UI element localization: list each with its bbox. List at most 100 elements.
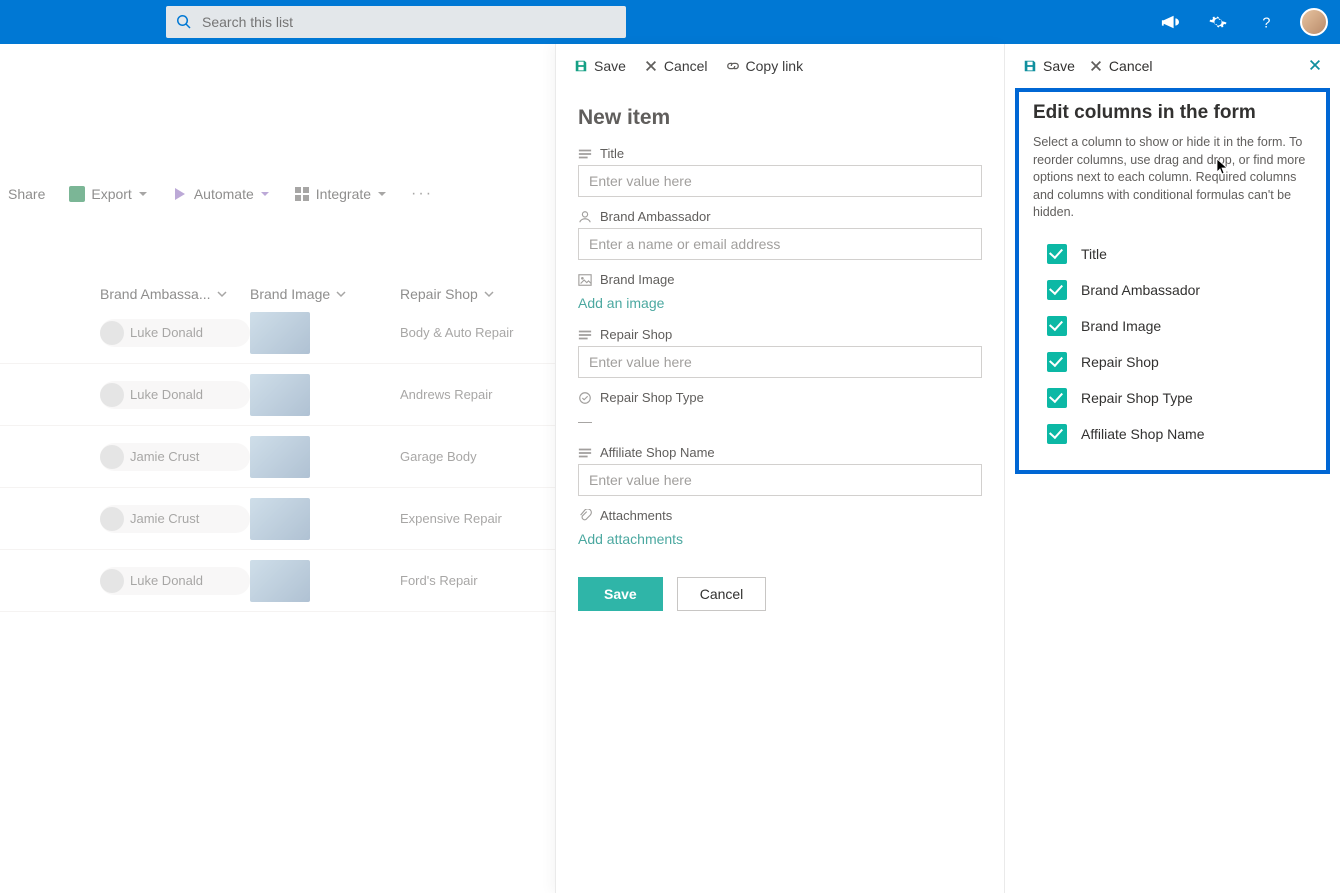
checkbox-icon[interactable]: [1047, 424, 1067, 444]
person-name: Jamie Crust: [130, 449, 199, 464]
column-name: Title: [1081, 246, 1107, 262]
checkbox-icon[interactable]: [1047, 316, 1067, 336]
automate-button[interactable]: Automate: [172, 186, 270, 202]
search-icon: [176, 14, 192, 30]
title-input[interactable]: [578, 165, 982, 197]
image-icon: [578, 273, 592, 287]
edit-panel-actions: Save Cancel: [1005, 44, 1340, 88]
person-pill: Luke Donald: [100, 319, 250, 347]
save-icon: [1023, 59, 1037, 73]
edit-columns-desc: Select a column to show or hide it in th…: [1033, 134, 1312, 222]
new-item-panel: Save Cancel Copy link New item Title Bra…: [555, 44, 1005, 893]
search-input-wrap[interactable]: [166, 6, 626, 38]
copy-link-button[interactable]: Copy link: [726, 58, 804, 74]
edit-cancel-button[interactable]: Cancel: [1089, 58, 1153, 74]
shop-cell: Andrews Repair: [400, 387, 570, 402]
column-toggle-row[interactable]: Repair Shop Type: [1033, 380, 1312, 416]
attach-icon: [578, 509, 592, 523]
top-bar: ?: [0, 0, 1340, 44]
integrate-button[interactable]: Integrate: [294, 186, 387, 202]
megaphone-icon[interactable]: [1156, 8, 1184, 36]
choice-icon: [578, 391, 592, 405]
text-icon: [578, 446, 592, 460]
add-attachments-link[interactable]: Add attachments: [578, 527, 982, 551]
column-toggle-row[interactable]: Title: [1033, 236, 1312, 272]
avatar-icon: [100, 507, 124, 531]
person-name: Luke Donald: [130, 387, 203, 402]
col-header-shop[interactable]: Repair Shop: [400, 286, 570, 302]
image-thumb: [250, 312, 310, 354]
image-thumb: [250, 498, 310, 540]
panel-cancel-button[interactable]: Cancel: [644, 58, 708, 74]
column-toggle-row[interactable]: Affiliate Shop Name: [1033, 416, 1312, 452]
person-name: Luke Donald: [130, 325, 203, 340]
avatar-icon: [100, 569, 124, 593]
new-panel-actions: Save Cancel Copy link: [556, 44, 1004, 88]
gear-icon[interactable]: [1204, 8, 1232, 36]
shop-type-value[interactable]: —: [578, 409, 982, 433]
col-header-ambassador[interactable]: Brand Ambassa...: [100, 286, 250, 302]
edit-columns-title: Edit columns in the form: [1033, 102, 1312, 124]
person-pill: Jamie Crust: [100, 505, 250, 533]
close-panel-button[interactable]: [1308, 58, 1322, 75]
field-label-attach: Attachments: [600, 508, 672, 523]
person-pill: Luke Donald: [100, 567, 250, 595]
avatar-icon: [100, 445, 124, 469]
search-input[interactable]: [202, 14, 616, 30]
excel-icon: [69, 186, 85, 202]
person-pill: Luke Donald: [100, 381, 250, 409]
text-icon: [578, 328, 592, 342]
column-toggle-row[interactable]: Brand Image: [1033, 308, 1312, 344]
share-button[interactable]: Share: [8, 186, 45, 202]
image-thumb: [250, 560, 310, 602]
help-icon[interactable]: ?: [1252, 8, 1280, 36]
image-thumb: [250, 436, 310, 478]
column-name: Repair Shop Type: [1081, 390, 1193, 406]
column-toggle-row[interactable]: Repair Shop: [1033, 344, 1312, 380]
panel-save-button[interactable]: Save: [574, 58, 626, 74]
ambassador-input[interactable]: [578, 228, 982, 260]
checkbox-icon[interactable]: [1047, 388, 1067, 408]
image-thumb: [250, 374, 310, 416]
more-button[interactable]: ···: [411, 185, 433, 203]
checkbox-icon[interactable]: [1047, 280, 1067, 300]
field-label-affiliate: Affiliate Shop Name: [600, 445, 715, 460]
checkbox-icon[interactable]: [1047, 244, 1067, 264]
checkbox-icon[interactable]: [1047, 352, 1067, 372]
person-name: Luke Donald: [130, 573, 203, 588]
save-button[interactable]: Save: [578, 577, 663, 611]
save-icon: [574, 59, 588, 73]
shop-cell: Garage Body: [400, 449, 570, 464]
chevron-down-icon: [377, 189, 387, 199]
edit-save-button[interactable]: Save: [1023, 58, 1075, 74]
col-header-image[interactable]: Brand Image: [250, 286, 400, 302]
export-button[interactable]: Export: [69, 186, 147, 202]
chevron-down-icon: [138, 189, 148, 199]
column-name: Brand Ambassador: [1081, 282, 1200, 298]
person-icon: [578, 210, 592, 224]
column-name: Repair Shop: [1081, 354, 1159, 370]
cancel-button[interactable]: Cancel: [677, 577, 767, 611]
close-icon: [1308, 58, 1322, 72]
integrate-icon: [294, 186, 310, 202]
new-item-title: New item: [556, 88, 1004, 138]
field-label-ambassador: Brand Ambassador: [600, 209, 711, 224]
field-label-shoptype: Repair Shop Type: [600, 390, 704, 405]
person-pill: Jamie Crust: [100, 443, 250, 471]
field-label-shop: Repair Shop: [600, 327, 672, 342]
shop-cell: Expensive Repair: [400, 511, 570, 526]
affiliate-input[interactable]: [578, 464, 982, 496]
avatar-icon: [100, 321, 124, 345]
avatar[interactable]: [1300, 8, 1328, 36]
edit-columns-box: Edit columns in the form Select a column…: [1015, 88, 1330, 474]
chevron-down-icon: [336, 289, 346, 299]
repair-shop-input[interactable]: [578, 346, 982, 378]
column-name: Brand Image: [1081, 318, 1161, 334]
link-icon: [726, 59, 740, 73]
svg-text:?: ?: [1262, 15, 1270, 31]
add-image-link[interactable]: Add an image: [578, 291, 982, 315]
column-toggle-row[interactable]: Brand Ambassador: [1033, 272, 1312, 308]
avatar-icon: [100, 383, 124, 407]
shop-cell: Ford's Repair: [400, 573, 570, 588]
edit-columns-panel: Save Cancel Edit columns in the form Sel…: [1005, 44, 1340, 893]
